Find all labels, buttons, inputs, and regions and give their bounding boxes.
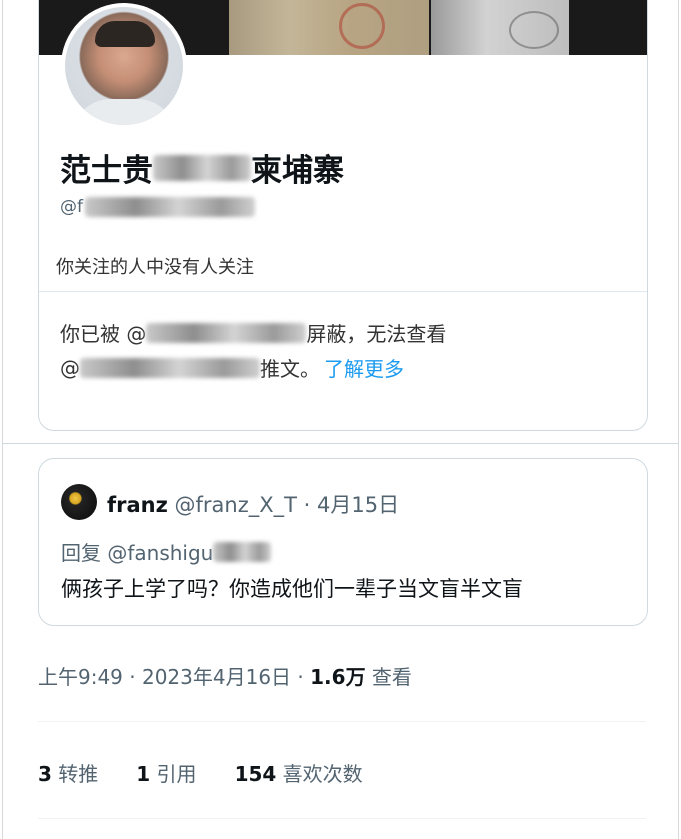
- redacted-blocked-handle-blur: [80, 357, 260, 378]
- banner-stamp-mark-2: [509, 11, 559, 49]
- tweet-timestamp[interactable]: 上午9:49 · 2023年4月16日 ·: [38, 665, 310, 689]
- blocked-line2-suffix: 推文。: [260, 357, 320, 381]
- retweets-count: 3: [38, 762, 52, 786]
- redacted-blocker-handle-blur: [146, 322, 307, 343]
- quotes-label: 引用: [150, 762, 197, 786]
- blocked-handle-prefix: @: [60, 355, 80, 380]
- views-count: 1.6万: [310, 665, 366, 689]
- blocked-notice-line-1: 你已被 @ 屏蔽，无法查看: [60, 318, 446, 347]
- avatar-hair: [95, 21, 155, 47]
- avatar-shirt: [71, 99, 177, 125]
- profile-name-prefix: 范士贵: [60, 153, 153, 189]
- profile-display-name: 范士贵 柬埔寨: [60, 145, 344, 190]
- banner-stamp-mark: [339, 3, 385, 49]
- reply-header: franz @franz_X_T · 4月15日: [107, 489, 399, 519]
- right-edge-line: [678, 0, 679, 839]
- likes-count: 154: [234, 762, 277, 786]
- likes-label: 喜欢次数: [276, 762, 363, 786]
- reply-author-handle-date: @franz_X_T · 4月15日: [174, 493, 400, 517]
- replying-to-line: 回复 @fanshigu: [61, 537, 272, 566]
- left-edge-line: [2, 0, 3, 839]
- quotes-stat[interactable]: 1 引用: [136, 758, 196, 787]
- stats-divider: [38, 818, 646, 819]
- engagement-stats: 3 转推 1 引用 154 喜欢次数: [38, 758, 363, 787]
- page: 范士贵 柬埔寨 @f 你关注的人中没有人关注 你已被 @ 屏蔽，无法查看 @ 推…: [0, 0, 681, 839]
- profile-handle: @f: [60, 197, 255, 217]
- replying-to-text: 回复 @fanshigu: [61, 541, 214, 565]
- likes-stat[interactable]: 154 喜欢次数: [235, 758, 363, 787]
- retweets-label: 转推: [51, 762, 99, 786]
- reply-tweet-text: 俩孩子上学了吗？你造成他们一辈子当文盲半文盲: [61, 577, 523, 601]
- card-divider: [39, 291, 647, 292]
- follow-context-note: 你关注的人中没有人关注: [56, 257, 254, 278]
- redacted-handle-blur: [85, 197, 255, 217]
- profile-handle-prefix: @f: [60, 197, 83, 217]
- redacted-reply-handle-blur: [213, 541, 272, 562]
- profile-avatar[interactable]: [61, 3, 187, 129]
- blocked-notice-line-2: @ 推文。 了解更多: [60, 353, 404, 382]
- quotes-count: 1: [136, 762, 151, 786]
- profile-name-suffix: 柬埔寨: [251, 153, 344, 189]
- redacted-name-blur: [153, 154, 251, 181]
- profile-card[interactable]: 范士贵 柬埔寨 @f 你关注的人中没有人关注 你已被 @ 屏蔽，无法查看 @ 推…: [38, 0, 648, 431]
- learn-more-link[interactable]: 了解更多: [324, 353, 404, 382]
- reply-author-name[interactable]: franz: [107, 493, 168, 517]
- banner-document-image: [229, 0, 429, 55]
- meta-divider: [38, 721, 646, 722]
- blocked-prefix-text: 你已被 @: [60, 322, 147, 346]
- reply-author-avatar[interactable]: [61, 484, 97, 520]
- reply-tweet-card[interactable]: franz @franz_X_T · 4月15日 回复 @fanshigu 俩孩…: [38, 458, 648, 626]
- blocked-suffix-text: 屏蔽，无法查看: [306, 322, 447, 346]
- tweet-meta-line: 上午9:49 · 2023年4月16日 · 1.6万 查看: [38, 661, 412, 690]
- views-label: 查看: [365, 665, 412, 689]
- retweets-stat[interactable]: 3 转推: [38, 758, 98, 787]
- section-divider: [3, 443, 678, 444]
